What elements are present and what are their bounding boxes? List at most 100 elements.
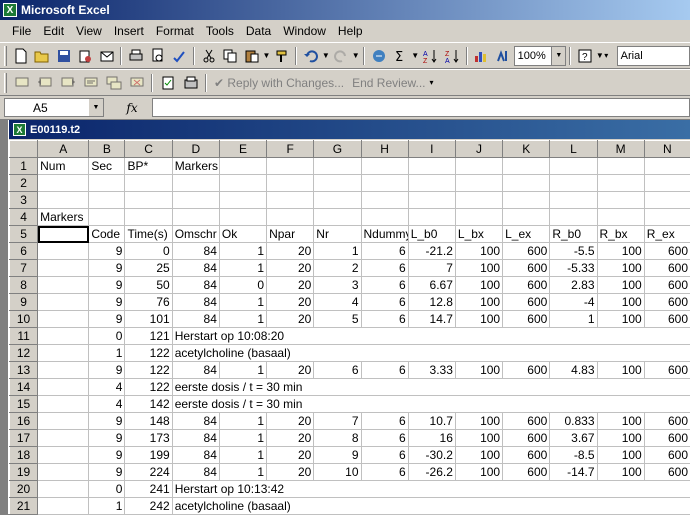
cell-i18[interactable]: -30.2 bbox=[408, 447, 455, 464]
cell-l20[interactable] bbox=[550, 481, 597, 498]
end-review-button[interactable]: End Review... bbox=[348, 76, 429, 90]
cell-m10[interactable]: 100 bbox=[597, 311, 644, 328]
cell-g17[interactable]: 8 bbox=[314, 430, 361, 447]
cell-a12[interactable] bbox=[38, 345, 89, 362]
column-header-c[interactable]: C bbox=[125, 141, 172, 158]
cell-e18[interactable]: 1 bbox=[219, 447, 266, 464]
cell-d10[interactable]: 84 bbox=[172, 311, 219, 328]
toolbar-options-icon[interactable]: ▾ bbox=[430, 78, 439, 87]
cell-n13[interactable]: 600 bbox=[644, 362, 690, 379]
cell-c7[interactable]: 25 bbox=[125, 260, 172, 277]
cell-n17[interactable]: 600 bbox=[644, 430, 690, 447]
cell-a13[interactable] bbox=[38, 362, 89, 379]
cell-l12[interactable] bbox=[550, 345, 597, 362]
previous-comment-icon[interactable] bbox=[33, 72, 56, 94]
row-header-12[interactable]: 12 bbox=[10, 345, 38, 362]
cell-k13[interactable]: 600 bbox=[503, 362, 550, 379]
cell-m15[interactable] bbox=[597, 396, 644, 413]
cell-e2[interactable] bbox=[219, 175, 266, 192]
cell-n16[interactable]: 600 bbox=[644, 413, 690, 430]
cell-j6[interactable]: 100 bbox=[455, 243, 502, 260]
cell-m13[interactable]: 100 bbox=[597, 362, 644, 379]
cell-l21[interactable] bbox=[550, 498, 597, 515]
cell-k2[interactable] bbox=[503, 175, 550, 192]
cell-i5[interactable]: L_b0 bbox=[408, 226, 455, 243]
cell-m8[interactable]: 100 bbox=[597, 277, 644, 294]
cell-j15[interactable] bbox=[455, 396, 502, 413]
cell-h11[interactable] bbox=[361, 328, 408, 345]
cell-j1[interactable] bbox=[455, 158, 502, 175]
print-icon[interactable] bbox=[125, 45, 147, 67]
column-header-i[interactable]: I bbox=[408, 141, 455, 158]
redo-dropdown-icon[interactable]: ▼ bbox=[352, 51, 360, 60]
cell-i4[interactable] bbox=[408, 209, 455, 226]
cell-d7[interactable]: 84 bbox=[172, 260, 219, 277]
cell-c8[interactable]: 50 bbox=[125, 277, 172, 294]
cell-n7[interactable]: 600 bbox=[644, 260, 690, 277]
cell-c20[interactable]: 241 bbox=[125, 481, 172, 498]
cell-h17[interactable]: 6 bbox=[361, 430, 408, 447]
cell-c21[interactable]: 242 bbox=[125, 498, 172, 515]
cell-d9[interactable]: 84 bbox=[172, 294, 219, 311]
redo-icon[interactable] bbox=[330, 45, 352, 67]
cell-i17[interactable]: 16 bbox=[408, 430, 455, 447]
cell-a9[interactable] bbox=[38, 294, 89, 311]
cell-n14[interactable] bbox=[644, 379, 690, 396]
cell-h1[interactable] bbox=[361, 158, 408, 175]
cell-e5[interactable]: Ok bbox=[219, 226, 266, 243]
cell-b16[interactable]: 9 bbox=[89, 413, 125, 430]
cell-a15[interactable] bbox=[38, 396, 89, 413]
email-icon[interactable] bbox=[96, 45, 118, 67]
menu-window[interactable]: Window bbox=[277, 22, 332, 40]
cell-k20[interactable] bbox=[503, 481, 550, 498]
menu-format[interactable]: Format bbox=[150, 22, 200, 40]
cell-b17[interactable]: 9 bbox=[89, 430, 125, 447]
cell-f19[interactable]: 20 bbox=[267, 464, 314, 481]
next-comment-icon[interactable] bbox=[56, 72, 79, 94]
cell-m6[interactable]: 100 bbox=[597, 243, 644, 260]
undo-dropdown-icon[interactable]: ▼ bbox=[322, 51, 330, 60]
show-all-comments-icon[interactable] bbox=[102, 72, 125, 94]
row-header-20[interactable]: 20 bbox=[10, 481, 38, 498]
cell-h7[interactable]: 6 bbox=[361, 260, 408, 277]
cell-g3[interactable] bbox=[314, 192, 361, 209]
cell-f17[interactable]: 20 bbox=[267, 430, 314, 447]
cell-e17[interactable]: 1 bbox=[219, 430, 266, 447]
show-comment-icon[interactable] bbox=[79, 72, 102, 94]
menu-edit[interactable]: Edit bbox=[37, 22, 70, 40]
cell-m21[interactable] bbox=[597, 498, 644, 515]
cell-f18[interactable]: 20 bbox=[267, 447, 314, 464]
cell-h5[interactable]: Ndummy bbox=[361, 226, 408, 243]
cell-k15[interactable] bbox=[503, 396, 550, 413]
help-icon[interactable]: ? bbox=[574, 45, 596, 67]
cell-b11[interactable]: 0 bbox=[89, 328, 125, 345]
cell-b13[interactable]: 9 bbox=[89, 362, 125, 379]
sort-ascending-icon[interactable]: AZ bbox=[420, 45, 442, 67]
cell-c13[interactable]: 122 bbox=[125, 362, 172, 379]
paste-icon[interactable] bbox=[241, 45, 263, 67]
cell-c19[interactable]: 224 bbox=[125, 464, 172, 481]
cell-j21[interactable] bbox=[455, 498, 502, 515]
cell-j16[interactable]: 100 bbox=[455, 413, 502, 430]
cell-j18[interactable]: 100 bbox=[455, 447, 502, 464]
cell-g18[interactable]: 9 bbox=[314, 447, 361, 464]
cell-b8[interactable]: 9 bbox=[89, 277, 125, 294]
cell-d18[interactable]: 84 bbox=[172, 447, 219, 464]
autosum-icon[interactable]: Σ bbox=[390, 45, 412, 67]
autosum-dropdown-icon[interactable]: ▼ bbox=[411, 51, 419, 60]
cell-k8[interactable]: 600 bbox=[503, 277, 550, 294]
cell-d14[interactable]: eerste dosis / t = 30 min bbox=[172, 379, 219, 396]
column-header-e[interactable]: E bbox=[219, 141, 266, 158]
cell-i19[interactable]: -26.2 bbox=[408, 464, 455, 481]
cell-l7[interactable]: -5.33 bbox=[550, 260, 597, 277]
cell-i16[interactable]: 10.7 bbox=[408, 413, 455, 430]
cell-n2[interactable] bbox=[644, 175, 690, 192]
column-header-d[interactable]: D bbox=[172, 141, 219, 158]
cell-g12[interactable] bbox=[314, 345, 361, 362]
cell-f6[interactable]: 20 bbox=[267, 243, 314, 260]
cell-i13[interactable]: 3.33 bbox=[408, 362, 455, 379]
cell-a3[interactable] bbox=[38, 192, 89, 209]
cell-f4[interactable] bbox=[267, 209, 314, 226]
menu-help[interactable]: Help bbox=[332, 22, 369, 40]
row-header-19[interactable]: 19 bbox=[10, 464, 38, 481]
